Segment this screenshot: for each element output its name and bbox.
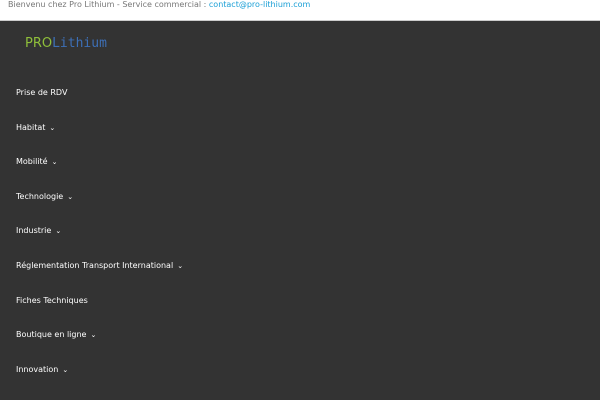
chevron-down-icon[interactable]: ⌄: [49, 119, 55, 137]
nav-item[interactable]: Industrie ⌄: [16, 222, 183, 257]
nav-item-label: Technologie: [16, 191, 64, 201]
nav-item[interactable]: Fiches Techniques: [16, 292, 183, 327]
nav-item-label: Industrie: [16, 226, 52, 236]
nav-item-label: Fiches Techniques: [16, 295, 88, 305]
chevron-down-icon[interactable]: ⌄: [67, 188, 73, 206]
logo-pro: PRO: [25, 36, 53, 51]
nav-item-label: Prise de RDV: [16, 88, 68, 97]
logo[interactable]: PROLithium: [25, 36, 107, 51]
nav-item-label: Mobilité: [16, 157, 48, 167]
nav-item[interactable]: Technologie ⌄: [16, 188, 183, 223]
logo-lithium: Lithium: [52, 36, 107, 51]
chevron-down-icon[interactable]: ⌄: [62, 361, 68, 379]
nav-item[interactable]: Mobilité ⌄: [16, 153, 183, 188]
main-nav: Prise de RDV Habitat ⌄ Mobilité ⌄ Technologie…: [16, 84, 183, 395]
nav-item-label: Habitat: [16, 122, 46, 132]
nav-item[interactable]: Habitat ⌄: [16, 119, 183, 154]
chevron-down-icon[interactable]: ⌄: [55, 222, 61, 240]
nav-item[interactable]: Innovation ⌄: [16, 361, 183, 396]
nav-item-label: Réglementation Transport International: [16, 260, 174, 270]
chevron-down-icon[interactable]: ⌄: [177, 257, 183, 275]
email-link[interactable]: contact@pro-lithium.com: [209, 0, 310, 9]
nav-item[interactable]: Boutique en ligne ⌄: [16, 326, 183, 361]
top-bar: Bienvenu chez Pro Lithium - Service comm…: [0, 0, 600, 21]
nav-item-label: Boutique en ligne: [16, 330, 87, 340]
nav-item[interactable]: Réglementation Transport International ⌄: [16, 257, 183, 292]
welcome-text: Bienvenu chez Pro Lithium - Service comm…: [8, 0, 209, 9]
chevron-down-icon[interactable]: ⌄: [52, 153, 58, 171]
chevron-down-icon[interactable]: ⌄: [90, 326, 96, 344]
nav-item[interactable]: Prise de RDV: [16, 84, 183, 119]
nav-item-label: Innovation: [16, 364, 59, 374]
